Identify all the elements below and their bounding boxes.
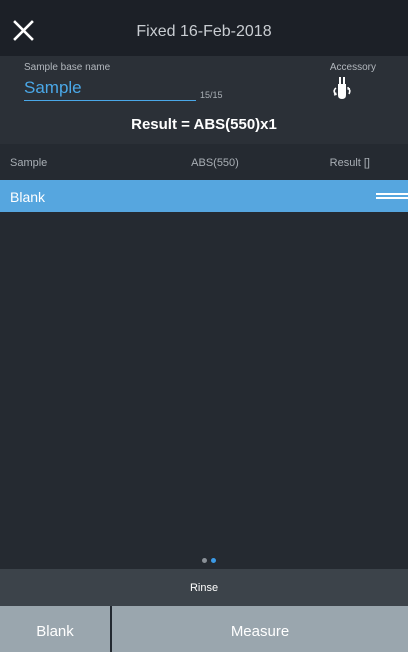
cuvette-accessory-icon[interactable]	[331, 76, 353, 102]
page-title: Fixed 16-Feb-2018	[136, 23, 272, 40]
measure-button[interactable]: Measure	[112, 606, 408, 652]
measure-button-label: Measure	[230, 623, 290, 640]
column-header-result: Result []	[329, 157, 370, 169]
page-dot-active[interactable]	[211, 558, 216, 563]
character-count: 15/15	[200, 90, 223, 100]
rinse-button[interactable]: Rinse	[0, 569, 408, 606]
sample-base-name-label: Sample base name	[24, 62, 111, 73]
blank-button[interactable]: Blank	[0, 606, 110, 652]
blank-button-label: Blank	[36, 623, 74, 640]
drag-handle-icon[interactable]	[376, 193, 408, 199]
app-screen: Fixed 16-Feb-2018 Sample base name 15/15…	[0, 0, 408, 652]
sample-cell: Blank	[10, 189, 46, 205]
accessory-label: Accessory	[329, 62, 376, 73]
rinse-label: Rinse	[189, 582, 219, 594]
result-formula: Result = ABS(550)x1	[131, 116, 277, 133]
page-dot-inactive[interactable]	[202, 558, 207, 563]
header-panel: Sample base name 15/15 Accessory Result …	[0, 56, 408, 144]
sample-base-name-input[interactable]	[24, 76, 196, 101]
table-row[interactable]: Blank	[0, 180, 408, 212]
title-bar: Fixed 16-Feb-2018	[0, 0, 408, 56]
